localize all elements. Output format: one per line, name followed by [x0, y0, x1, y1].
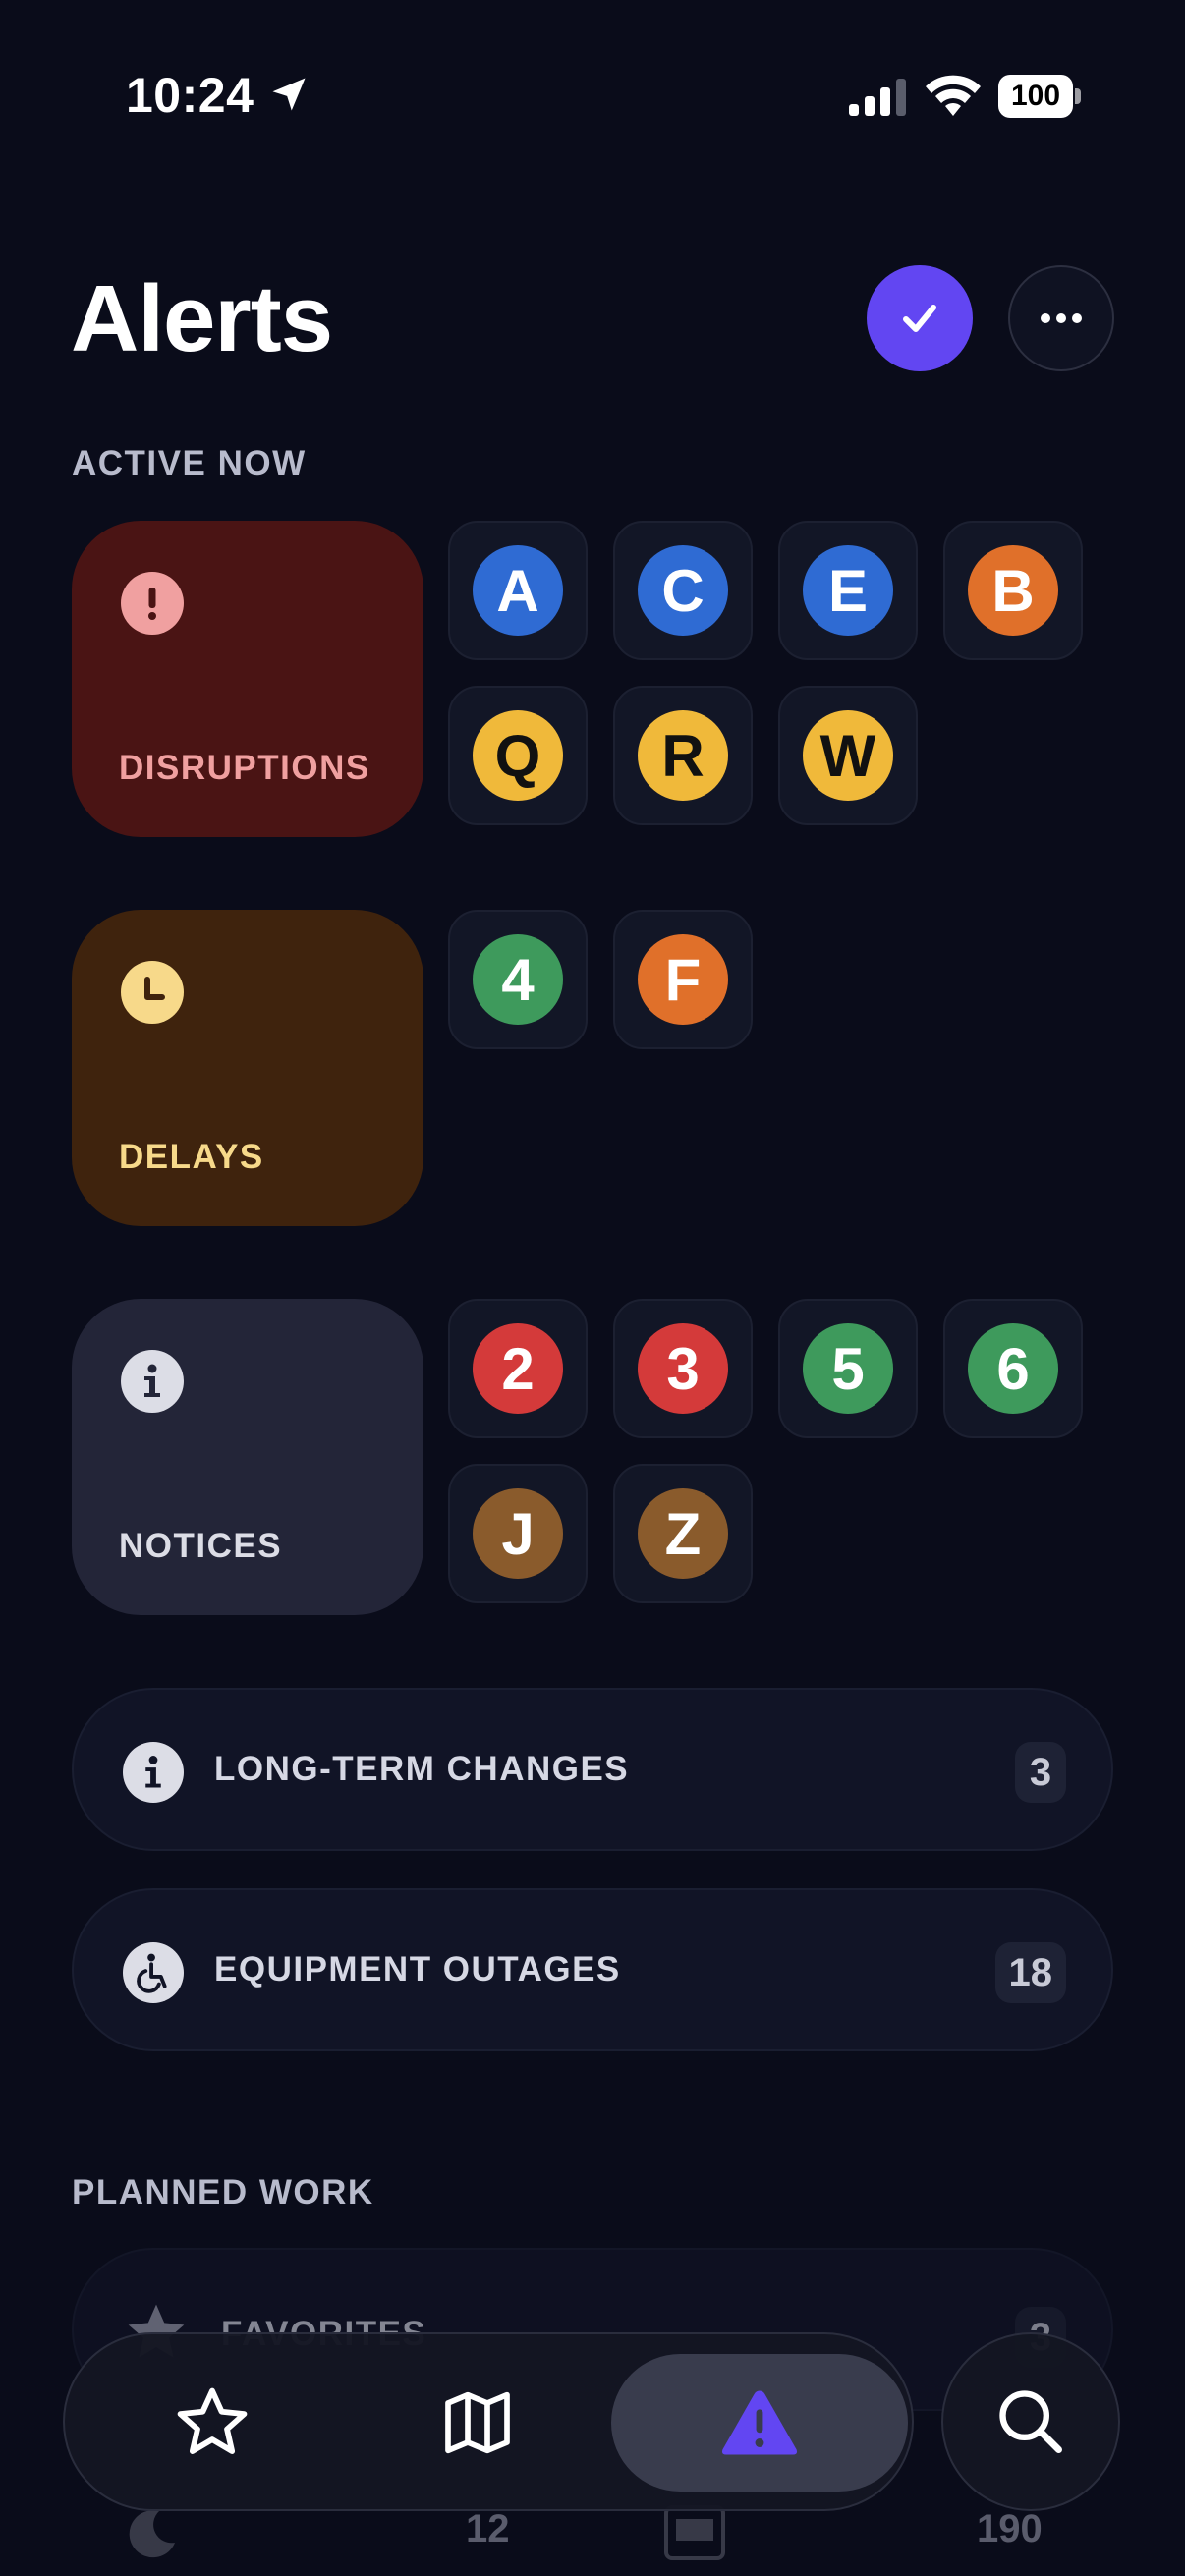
star-outline-icon	[177, 2387, 248, 2454]
search-icon	[999, 2390, 1062, 2453]
map-icon	[445, 2391, 510, 2454]
disruptions-tile[interactable]: DISRUPTIONS	[72, 521, 423, 837]
status-time: 10:24	[126, 68, 254, 123]
route-a[interactable]: A	[448, 521, 588, 660]
battery-level: 100	[998, 75, 1073, 118]
route-c[interactable]: C	[613, 521, 753, 660]
more-options-button[interactable]	[1008, 265, 1114, 371]
route-z[interactable]: Z	[613, 1464, 753, 1603]
tab-bar	[63, 2332, 914, 2511]
route-bullet: J	[473, 1488, 563, 1579]
route-3[interactable]: 3	[613, 1299, 753, 1438]
mark-read-button[interactable]	[867, 265, 973, 371]
accessibility-icon	[123, 1942, 184, 2003]
route-e[interactable]: E	[778, 521, 918, 660]
row-label: LONG-TERM CHANGES	[214, 1750, 630, 1788]
route-bullet: W	[803, 710, 893, 801]
route-f[interactable]: F	[613, 910, 753, 1049]
route-b[interactable]: B	[943, 521, 1083, 660]
location-arrow-icon	[272, 78, 306, 111]
ellipsis-icon	[1041, 313, 1082, 323]
notices-tile[interactable]: NOTICES	[72, 1299, 423, 1615]
route-q[interactable]: Q	[448, 686, 588, 825]
section-planned-work: PLANNED WORK	[72, 2173, 374, 2212]
route-bullet: 6	[968, 1323, 1058, 1414]
route-r[interactable]: R	[613, 686, 753, 825]
disruptions-label: DISRUPTIONS	[119, 749, 370, 787]
route-bullet: E	[803, 545, 893, 636]
status-bar: 10:24 100	[0, 0, 1185, 187]
info-icon	[121, 1350, 184, 1413]
route-bullet: 5	[803, 1323, 893, 1414]
route-bullet: F	[638, 934, 728, 1025]
row-label: EQUIPMENT OUTAGES	[214, 1950, 621, 1988]
tab-favorites[interactable]	[134, 2354, 291, 2492]
partial-count: 190	[977, 2507, 1043, 2550]
route-bullet: A	[473, 545, 563, 636]
section-active-now: ACTIVE NOW	[72, 444, 307, 482]
exclamation-icon	[121, 572, 184, 635]
tab-alerts[interactable]	[611, 2354, 908, 2492]
delays-tile[interactable]: DELAYS	[72, 910, 423, 1226]
route-2[interactable]: 2	[448, 1299, 588, 1438]
route-6[interactable]: 6	[943, 1299, 1083, 1438]
equipment-outages-row[interactable]: EQUIPMENT OUTAGES 18	[72, 1888, 1113, 2051]
checkmark-icon	[903, 305, 936, 332]
info-icon	[123, 1742, 184, 1803]
route-bullet: Z	[638, 1488, 728, 1579]
search-button[interactable]	[941, 2332, 1120, 2511]
wifi-icon	[926, 75, 981, 116]
page-title: Alerts	[71, 266, 333, 371]
count-badge: 3	[1015, 1742, 1066, 1803]
battery-tip	[1075, 88, 1081, 104]
partial-count: 12	[466, 2507, 510, 2550]
route-bullet: Q	[473, 710, 563, 801]
route-bullet: 2	[473, 1323, 563, 1414]
route-bullet: B	[968, 545, 1058, 636]
delays-label: DELAYS	[119, 1138, 264, 1176]
route-4[interactable]: 4	[448, 910, 588, 1049]
route-bullet: 3	[638, 1323, 728, 1414]
warning-triangle-icon	[721, 2390, 798, 2455]
battery-indicator: 100	[998, 75, 1081, 118]
notices-label: NOTICES	[119, 1527, 283, 1565]
route-bullet: R	[638, 710, 728, 801]
route-bullet: 4	[473, 934, 563, 1025]
moon-icon	[129, 2510, 175, 2558]
route-bullet: C	[638, 545, 728, 636]
tab-map[interactable]	[399, 2354, 556, 2492]
route-w[interactable]: W	[778, 686, 918, 825]
route-j[interactable]: J	[448, 1464, 588, 1603]
count-badge: 18	[994, 1942, 1066, 2003]
cellular-signal-icon	[849, 79, 906, 116]
clock-icon	[121, 961, 184, 1024]
long-term-changes-row[interactable]: LONG-TERM CHANGES 3	[72, 1688, 1113, 1851]
route-5[interactable]: 5	[778, 1299, 918, 1438]
keyboard-icon	[664, 2505, 725, 2560]
